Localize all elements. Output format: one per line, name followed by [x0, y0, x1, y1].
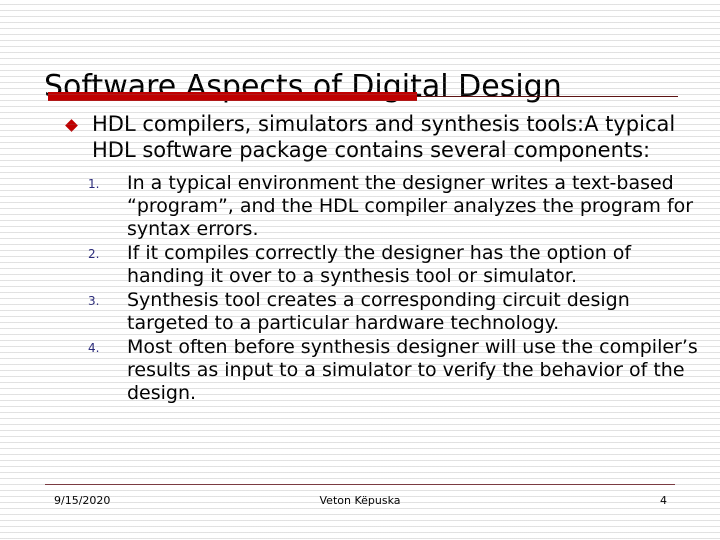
- title-accent-bar: [48, 92, 417, 101]
- list-item-marker: 2.: [88, 247, 100, 261]
- slide-body: HDL compilers, simulators and synthesis …: [0, 112, 720, 406]
- slide: Software Aspects of Digital Design HDL c…: [0, 0, 720, 540]
- bullet-item-primary-text: HDL compilers, simulators and synthesis …: [92, 112, 676, 162]
- slide-footer: 9/15/2020 Veton Këpuska 4: [45, 492, 675, 510]
- footer-divider: [45, 484, 675, 485]
- list-item-text: In a typical environment the designer wr…: [127, 172, 694, 240]
- list-item-text: Synthesis tool creates a corresponding c…: [127, 289, 630, 334]
- footer-author: Veton Këpuska: [319, 494, 401, 507]
- list-item-text: Most often before synthesis designer wil…: [127, 336, 698, 404]
- footer-page-number: 4: [660, 494, 667, 507]
- numbered-list: 1. In a typical environment the designer…: [0, 172, 720, 405]
- list-item: 3. Synthesis tool creates a correspondin…: [0, 289, 720, 335]
- list-item-marker: 3.: [88, 294, 100, 308]
- bullet-item-primary: HDL compilers, simulators and synthesis …: [0, 112, 720, 163]
- diamond-bullet-icon: [65, 119, 78, 132]
- list-item: 4. Most often before synthesis designer …: [0, 336, 720, 405]
- list-item: 1. In a typical environment the designer…: [0, 172, 720, 241]
- list-item-marker: 1.: [88, 177, 100, 191]
- list-item-text: If it compiles correctly the designer ha…: [127, 242, 632, 287]
- list-item: 2. If it compiles correctly the designer…: [0, 242, 720, 288]
- list-item-marker: 4.: [88, 341, 100, 355]
